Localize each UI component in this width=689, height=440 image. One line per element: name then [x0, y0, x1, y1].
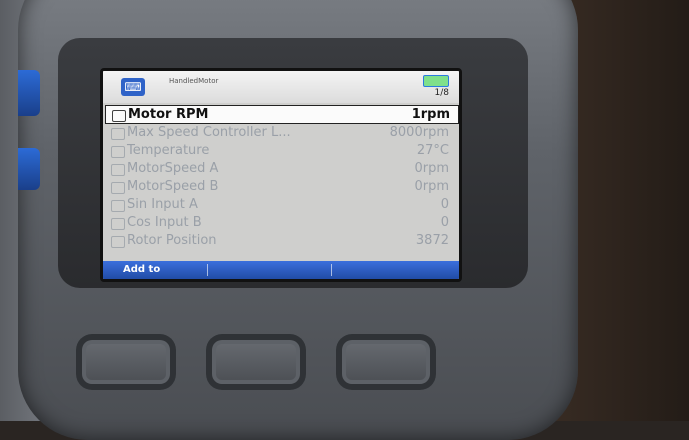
param-value: 27°C — [416, 143, 449, 158]
param-value: 0rpm — [414, 179, 449, 194]
parameter-list: Motor RPM 1rpm Max Speed Controller L...… — [103, 105, 459, 250]
param-row-cos-input-b[interactable]: Cos Input B 0 — [105, 214, 457, 232]
parameter-icon — [111, 218, 125, 230]
display-screen: ⌨ HandledMotor 1/8 Motor RPM 1rpm Max Sp… — [100, 68, 462, 282]
param-row-motorspeed-a[interactable]: MotorSpeed A 0rpm — [105, 160, 457, 178]
param-value: 8000rpm — [389, 125, 449, 140]
hardware-softkey-right[interactable] — [336, 334, 436, 390]
param-label: Motor RPM — [128, 107, 209, 122]
param-row-motorspeed-b[interactable]: MotorSpeed B 0rpm — [105, 178, 457, 196]
param-label: Rotor Position — [127, 233, 217, 248]
param-value: 1rpm — [411, 107, 450, 122]
softkey-right[interactable] — [347, 261, 447, 279]
softkey-bar: Add to — [103, 261, 459, 279]
page-indicator: 1/8 — [434, 88, 449, 98]
softkey-add-to[interactable]: Add to — [123, 261, 223, 279]
handheld-device-icon: ⌨ — [121, 78, 145, 96]
battery-icon — [423, 75, 449, 87]
side-button-upper[interactable] — [18, 70, 40, 116]
param-label: Sin Input A — [127, 197, 198, 212]
param-label: Max Speed Controller L... — [127, 125, 291, 140]
parameter-icon — [111, 236, 125, 248]
parameter-icon — [111, 146, 125, 158]
param-row-motor-rpm[interactable]: Motor RPM 1rpm — [105, 105, 459, 124]
softkey-divider — [207, 264, 208, 276]
param-row-sin-input-a[interactable]: Sin Input A 0 — [105, 196, 457, 214]
parameter-icon — [111, 200, 125, 212]
hardware-softkey-left[interactable] — [76, 334, 176, 390]
parameter-icon — [111, 164, 125, 176]
param-value: 0 — [440, 197, 449, 212]
softkey-divider — [331, 264, 332, 276]
parameter-icon — [111, 182, 125, 194]
param-label: Temperature — [127, 143, 210, 158]
app-title: HandledMotor — [169, 77, 219, 85]
param-label: MotorSpeed A — [127, 161, 219, 176]
param-row-max-speed-controller[interactable]: Max Speed Controller L... 8000rpm — [105, 124, 457, 142]
parameter-icon — [111, 128, 125, 140]
param-value: 0rpm — [414, 161, 449, 176]
param-row-rotor-position[interactable]: Rotor Position 3872 — [105, 232, 457, 250]
param-label: MotorSpeed B — [127, 179, 219, 194]
param-value: 0 — [440, 215, 449, 230]
param-value: 3872 — [415, 233, 449, 248]
softkey-middle[interactable] — [227, 261, 327, 279]
param-label: Cos Input B — [127, 215, 202, 230]
hardware-softkey-middle[interactable] — [206, 334, 306, 390]
param-row-temperature[interactable]: Temperature 27°C — [105, 142, 457, 160]
status-bar: ⌨ HandledMotor 1/8 — [103, 71, 459, 103]
parameter-icon — [112, 110, 126, 122]
side-button-lower[interactable] — [18, 148, 40, 190]
